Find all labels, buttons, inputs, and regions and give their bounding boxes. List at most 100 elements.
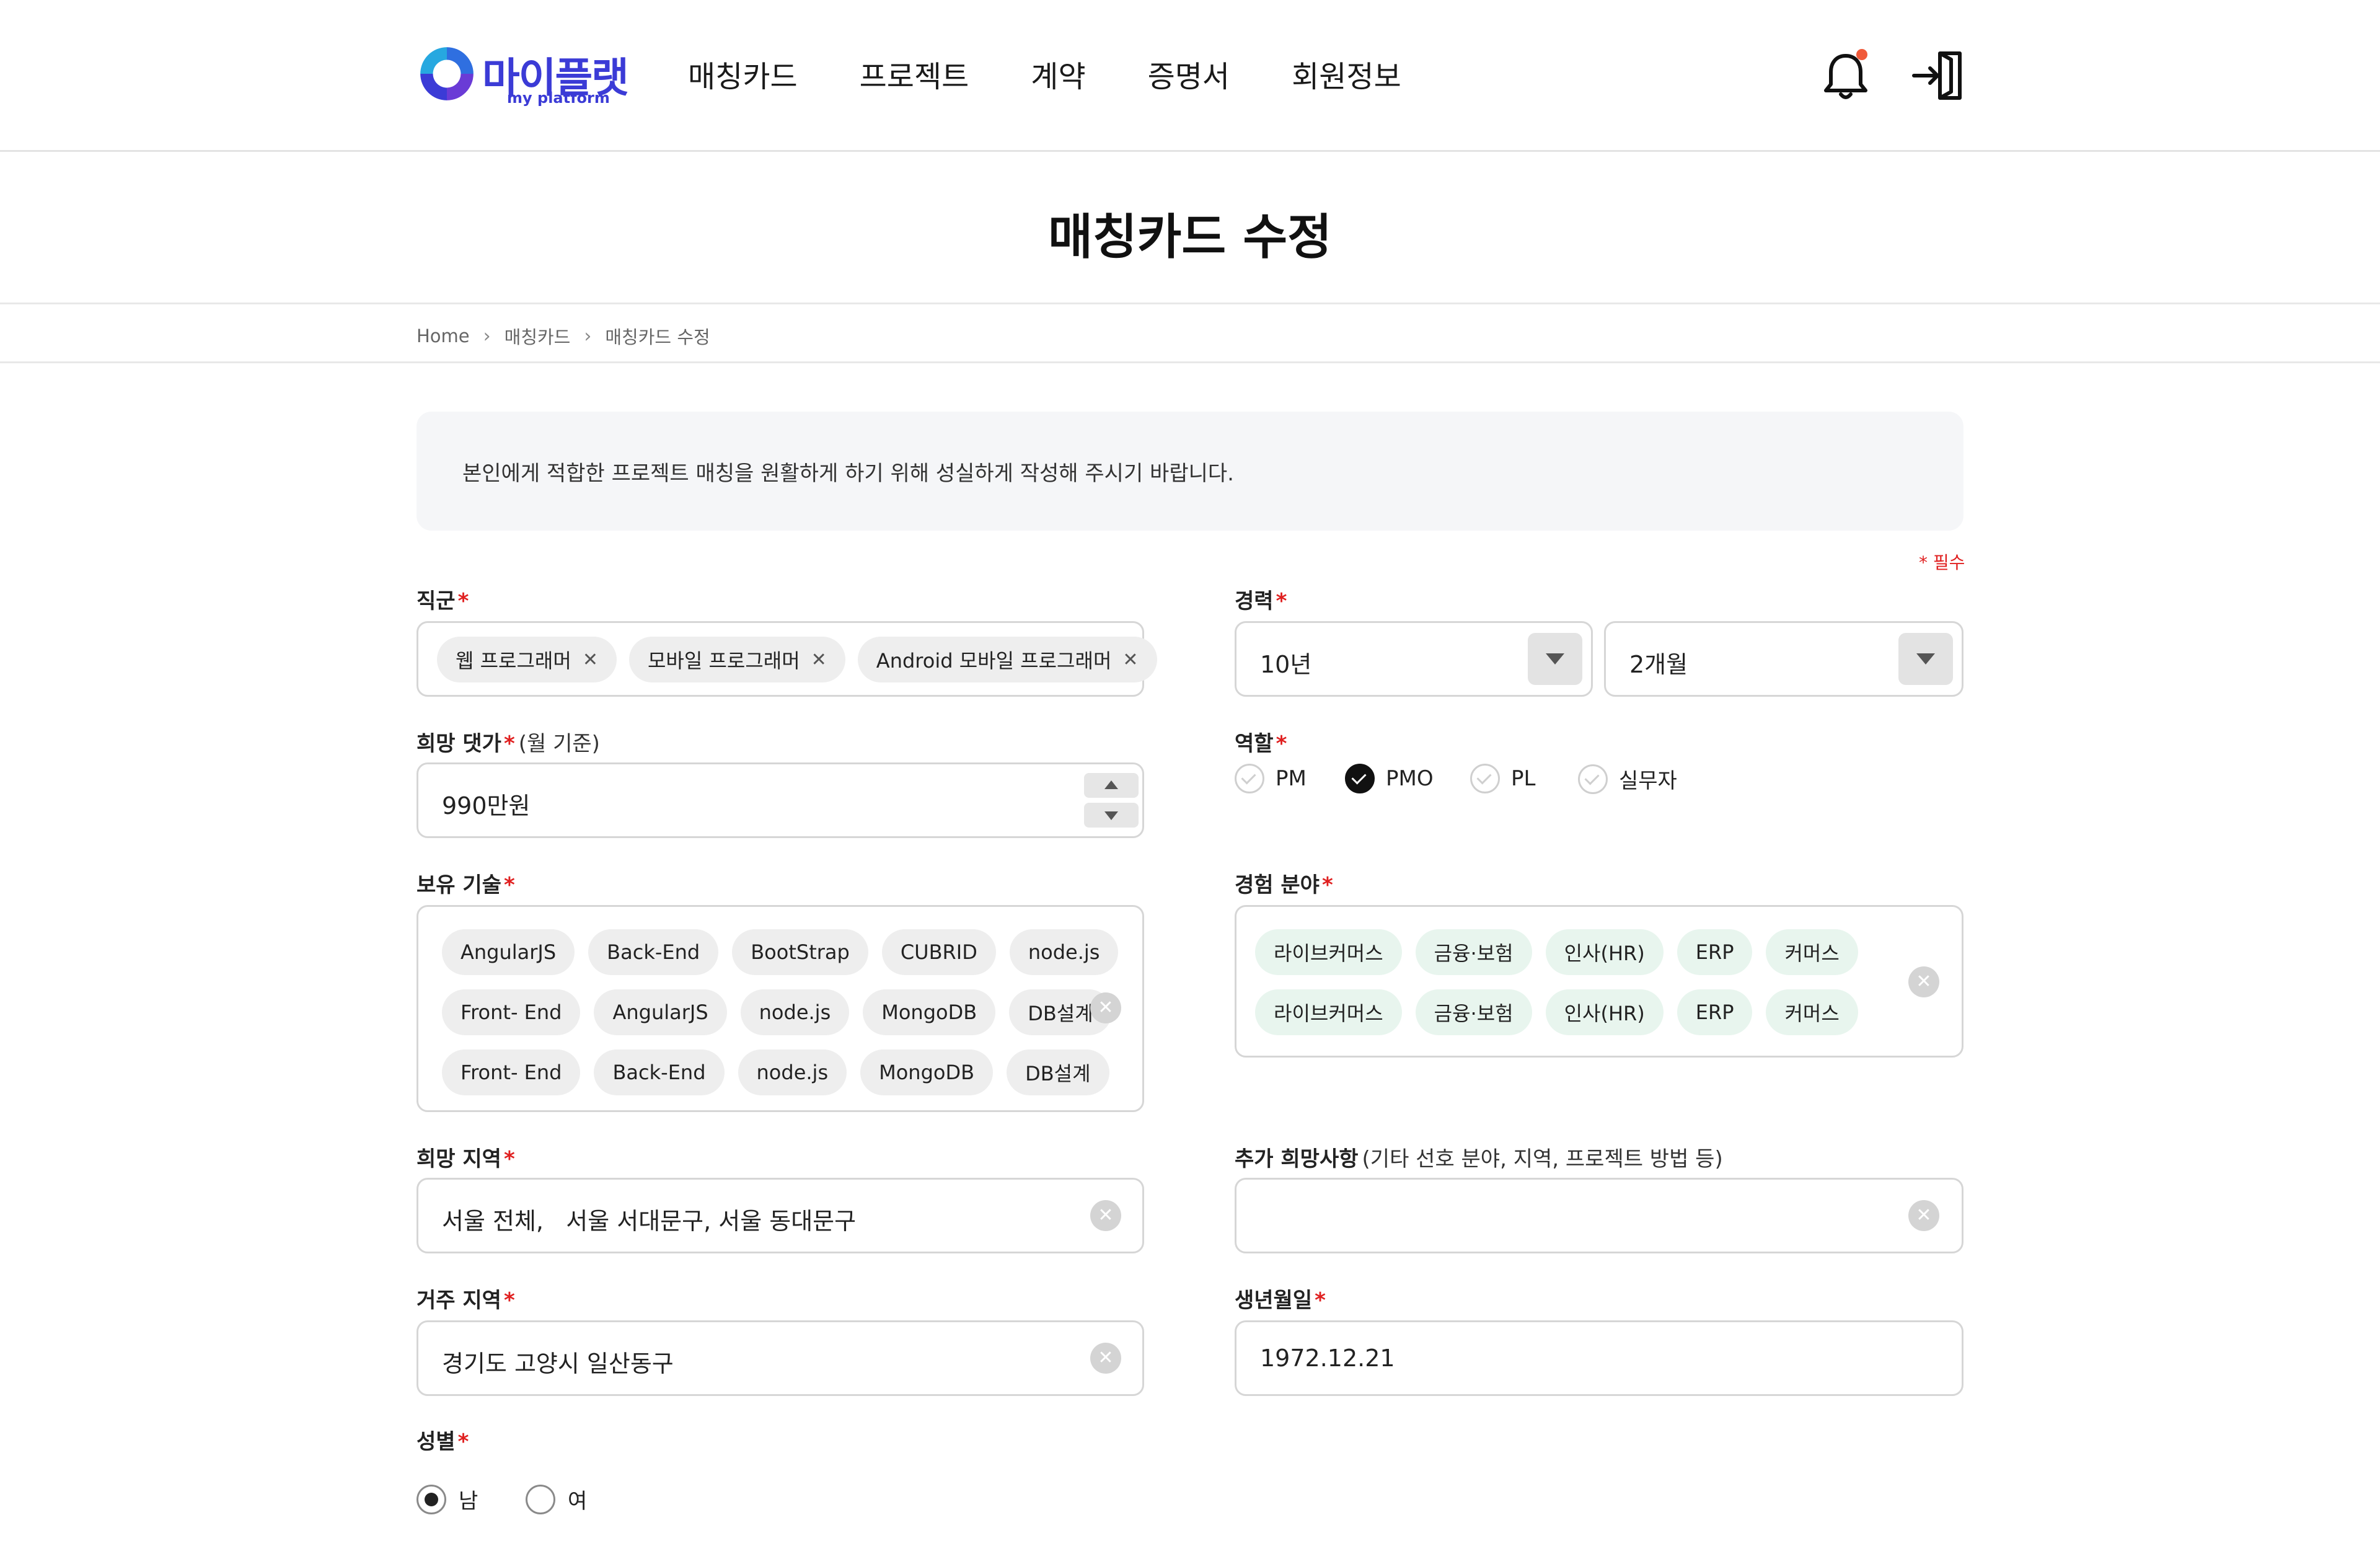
gender-label: 성별 * (416, 1425, 469, 1455)
desired-pay-value: 990만원 (442, 792, 531, 819)
radio-icon (416, 1484, 446, 1514)
breadcrumb: Home › 매칭카드 › 매칭카드 수정 (416, 323, 710, 349)
career-years-select[interactable]: 10년 (1235, 621, 1593, 697)
breadcrumb-home[interactable]: Home (416, 325, 470, 347)
radio-icon (526, 1484, 555, 1514)
logout-icon[interactable] (1910, 50, 1965, 102)
site-header: 마이플랫 my platform 매칭카드 프로젝트 계약 증명서 회원정보 (0, 0, 2380, 152)
role-label-text: 역할 (1235, 731, 1274, 756)
notice-text: 본인에게 적합한 프로젝트 매칭을 원활하게 하기 위해 성실하게 작성해 주시… (462, 461, 1234, 486)
required-legend: * 필수 (1919, 552, 1965, 573)
career-months-value: 2개월 (1629, 651, 1688, 678)
birthdate-field[interactable]: 1972.12.21 (1235, 1320, 1963, 1396)
experience-tag: 커머스 (1766, 929, 1858, 975)
logo[interactable]: 마이플랫 my platform (415, 42, 629, 110)
stepper-down-icon[interactable] (1084, 803, 1139, 828)
check-icon (1345, 764, 1375, 793)
required-star: * (503, 731, 515, 756)
check-icon (1235, 764, 1264, 793)
desired-region-field[interactable]: 서울 전체, 서울 서대문구, 서울 동대문구 ✕ (416, 1178, 1144, 1253)
experience-tag: 커머스 (1766, 989, 1858, 1035)
experience-row: 라이브커머스 금융·보험 인사(HR) ERP 커머스 (1255, 989, 1858, 1035)
required-star: * (1276, 731, 1287, 756)
skills-label: 보유 기술 * (416, 868, 515, 898)
close-icon[interactable]: ✕ (1122, 649, 1138, 671)
required-star: * (1321, 873, 1333, 898)
main-nav: 매칭카드 프로젝트 계약 증명서 회원정보 (688, 52, 1401, 95)
clear-icon[interactable]: ✕ (1090, 1343, 1121, 1374)
skill-tag: Back-End (594, 1049, 725, 1095)
gender-option-female[interactable]: 여 (526, 1484, 587, 1514)
skills-row: AngularJS Back-End BootStrap CUBRID node… (442, 929, 1119, 975)
clear-icon[interactable]: ✕ (1908, 966, 1939, 997)
skill-tag: MongoDB (860, 1049, 994, 1095)
required-star: * (1315, 1288, 1326, 1313)
required-star: * (457, 1429, 469, 1454)
chevron-down-icon[interactable] (1528, 633, 1582, 685)
required-star: * (503, 873, 515, 898)
bell-icon[interactable] (1821, 47, 1871, 103)
experience-tag: 인사(HR) (1545, 929, 1664, 975)
check-icon (1470, 764, 1500, 793)
experience-row: 라이브커머스 금융·보험 인사(HR) ERP 커머스 (1255, 929, 1858, 975)
clear-icon[interactable]: ✕ (1090, 1200, 1121, 1231)
residence-label: 거주 지역 * (416, 1283, 515, 1314)
nav-item-certificate[interactable]: 증명서 (1148, 52, 1230, 95)
skill-tag: AngularJS (594, 989, 727, 1035)
close-icon[interactable]: ✕ (811, 649, 827, 671)
skills-label-text: 보유 기술 (416, 873, 501, 898)
required-star: * (503, 1147, 515, 1172)
job-group-label: 직군 * (416, 584, 469, 614)
nav-item-contract[interactable]: 계약 (1031, 52, 1085, 95)
clear-icon[interactable]: ✕ (1908, 1200, 1939, 1231)
experience-tag: ERP (1677, 989, 1753, 1035)
role-option-pm[interactable]: PM (1235, 764, 1307, 793)
skill-tag: node.js (1009, 929, 1119, 975)
residence-field[interactable]: 경기도 고양시 일산동구 ✕ (416, 1320, 1144, 1396)
birthdate-label: 생년월일 * (1235, 1283, 1326, 1314)
job-tag: 웹 프로그래머 ✕ (437, 637, 617, 682)
experience-fields-label: 경험 분야 * (1235, 868, 1333, 898)
required-star: * (1276, 589, 1287, 614)
nav-item-member-info[interactable]: 회원정보 (1292, 52, 1401, 95)
experience-tag: 금융·보험 (1415, 929, 1532, 975)
skill-tag: Back-End (588, 929, 719, 975)
nav-item-matching-card[interactable]: 매칭카드 (688, 52, 798, 95)
check-icon (1578, 764, 1608, 794)
experience-tag: 금융·보험 (1415, 989, 1532, 1035)
gender-option-male[interactable]: 남 (416, 1484, 478, 1514)
role-option-pl[interactable]: PL (1470, 764, 1535, 793)
job-tag-label: Android 모바일 프로그래머 (876, 649, 1112, 673)
chevron-right-icon: › (483, 325, 491, 347)
close-icon[interactable]: ✕ (583, 649, 598, 671)
skills-row: Front- End Back-End node.js MongoDB DB설계 (442, 1049, 1109, 1095)
skill-tag: BootStrap (732, 929, 868, 975)
desired-pay-field[interactable]: 990만원 (416, 762, 1144, 838)
skill-tag: Front- End (442, 989, 581, 1035)
experience-fields-field[interactable]: 라이브커머스 금융·보험 인사(HR) ERP 커머스 라이브커머스 금융·보험… (1235, 905, 1963, 1058)
stepper-up-icon[interactable] (1084, 773, 1139, 798)
notice-box: 본인에게 적합한 프로젝트 매칭을 원활하게 하기 위해 성실하게 작성해 주시… (416, 412, 1963, 531)
experience-tag: 인사(HR) (1545, 989, 1664, 1035)
career-label: 경력 * (1235, 584, 1287, 614)
career-months-select[interactable]: 2개월 (1604, 621, 1963, 697)
role-label: 역할 * (1235, 727, 1287, 757)
clear-icon[interactable]: ✕ (1090, 992, 1121, 1023)
skill-tag: MongoDB (863, 989, 996, 1035)
job-group-field[interactable]: 웹 프로그래머 ✕ 모바일 프로그래머 ✕ Android 모바일 프로그래머 ✕ (416, 621, 1157, 697)
role-option-label: PMO (1386, 766, 1434, 791)
page-title: 매칭카드 수정 (1048, 210, 1332, 265)
chevron-down-icon[interactable] (1898, 633, 1953, 685)
role-option-pmo[interactable]: PMO (1345, 764, 1434, 793)
role-option-label: PL (1511, 766, 1536, 791)
breadcrumb-matching-card[interactable]: 매칭카드 (505, 323, 571, 349)
nav-item-project[interactable]: 프로젝트 (860, 52, 969, 95)
residence-label-text: 거주 지역 (416, 1288, 501, 1313)
extra-request-field[interactable]: ✕ (1235, 1178, 1963, 1253)
desired-pay-aux: (월 기준) (518, 731, 600, 756)
skill-tag: Front- End (442, 1049, 581, 1095)
career-label-text: 경력 (1235, 589, 1274, 614)
gender-option-label: 남 (459, 1489, 478, 1514)
skills-field[interactable]: AngularJS Back-End BootStrap CUBRID node… (416, 905, 1144, 1112)
role-option-practitioner[interactable]: 실무자 (1578, 764, 1677, 794)
